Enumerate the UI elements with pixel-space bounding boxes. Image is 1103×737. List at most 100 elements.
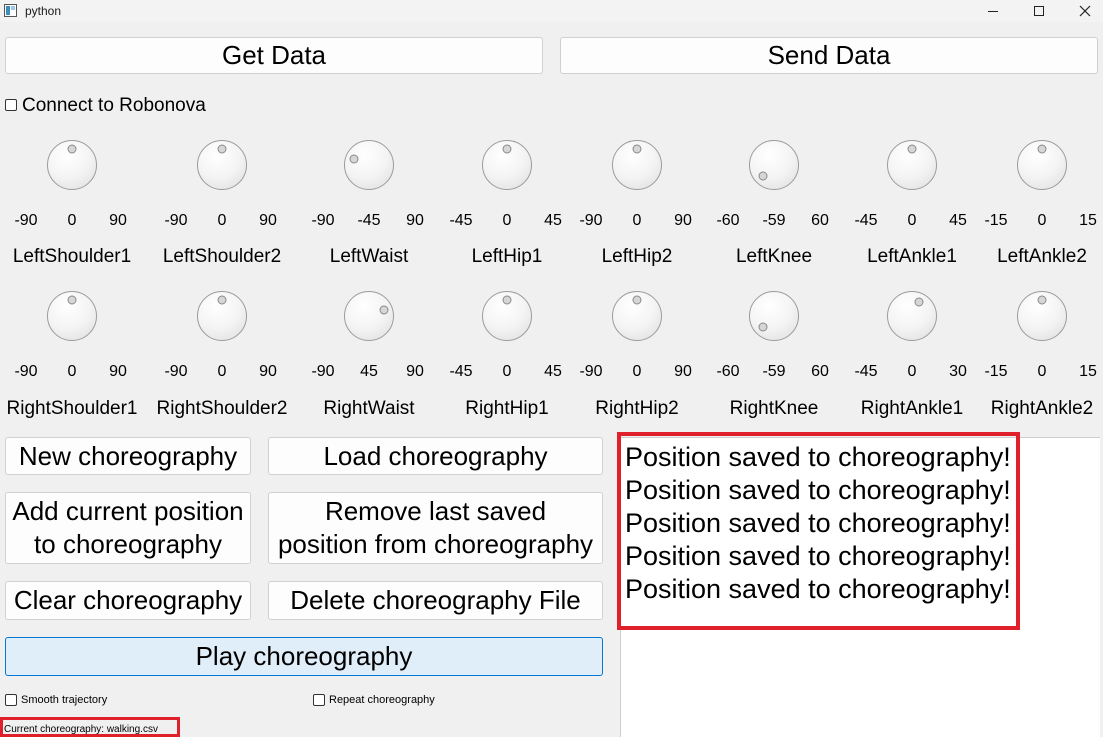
dial-knob[interactable] bbox=[758, 171, 768, 181]
dial-knob[interactable] bbox=[914, 297, 924, 307]
dial-knob[interactable] bbox=[1037, 295, 1047, 305]
dial-knob[interactable] bbox=[67, 144, 77, 154]
dial-value-label: 0 bbox=[217, 363, 227, 380]
joint-dial[interactable] bbox=[749, 291, 799, 341]
joint-dial[interactable] bbox=[1017, 291, 1067, 341]
dial-max-label: 60 bbox=[811, 212, 829, 229]
log-line: Position saved to choreography! bbox=[625, 508, 1011, 538]
current-choreography-status: Current choreography: walking.csv bbox=[4, 724, 158, 735]
dial-min-label: -90 bbox=[164, 212, 188, 229]
clear-choreography-button[interactable]: Clear choreography bbox=[5, 581, 251, 620]
dial-value-label: -59 bbox=[762, 363, 786, 380]
dial-min-label: -90 bbox=[579, 212, 603, 229]
play-choreography-button[interactable]: Play choreography bbox=[5, 637, 603, 676]
joint-name-label: LeftHip2 bbox=[601, 246, 673, 267]
dial-min-label: -15 bbox=[984, 212, 1008, 229]
dial-value-label: 0 bbox=[907, 212, 917, 229]
dial-min-label: -90 bbox=[579, 363, 603, 380]
joint-dial[interactable] bbox=[612, 291, 662, 341]
dial-knob[interactable] bbox=[502, 295, 512, 305]
joint-dial[interactable] bbox=[47, 140, 97, 190]
dial-knob[interactable] bbox=[632, 295, 642, 305]
log-line: Position saved to choreography! bbox=[625, 541, 1011, 571]
dial-knob[interactable] bbox=[67, 295, 77, 305]
dial-knob[interactable] bbox=[217, 144, 227, 154]
joint-dial[interactable] bbox=[887, 291, 937, 341]
joint-dial[interactable] bbox=[887, 140, 937, 190]
new-choreography-button[interactable]: New choreography bbox=[5, 437, 251, 475]
joint-name-label: RightShoulder2 bbox=[156, 398, 288, 419]
dial-max-label: 90 bbox=[674, 363, 692, 380]
joint-name-label: LeftAnkle2 bbox=[997, 246, 1087, 267]
close-icon bbox=[1079, 5, 1091, 17]
joint-dial[interactable] bbox=[749, 140, 799, 190]
dial-knob[interactable] bbox=[1037, 144, 1047, 154]
joint-name-label: RightHip1 bbox=[465, 398, 549, 419]
joint-dial[interactable] bbox=[344, 140, 394, 190]
joint-dial[interactable] bbox=[344, 291, 394, 341]
dial-min-label: -45 bbox=[449, 212, 473, 229]
remove-last-position-button[interactable]: Remove last saved position from choreogr… bbox=[268, 492, 603, 564]
dial-min-label: -60 bbox=[716, 363, 740, 380]
dial-min-label: -45 bbox=[854, 212, 878, 229]
dial-value-label: 0 bbox=[632, 363, 642, 380]
dial-min-label: -60 bbox=[716, 212, 740, 229]
smooth-trajectory-checkbox[interactable] bbox=[5, 694, 17, 706]
joint-name-label: RightAnkle1 bbox=[860, 398, 964, 419]
joint-dial[interactable] bbox=[197, 140, 247, 190]
joint-name-label: RightWaist bbox=[323, 398, 415, 419]
joint-name-label: RightShoulder1 bbox=[6, 398, 138, 419]
dial-value-label: 0 bbox=[907, 363, 917, 380]
dial-value-label: 45 bbox=[360, 363, 378, 380]
joint-name-label: LeftShoulder1 bbox=[12, 246, 132, 267]
dial-value-label: 0 bbox=[632, 212, 642, 229]
dial-min-label: -90 bbox=[14, 212, 38, 229]
joint-dial[interactable] bbox=[197, 291, 247, 341]
smooth-trajectory-label: Smooth trajectory bbox=[21, 694, 108, 706]
connect-checkbox[interactable] bbox=[5, 99, 17, 111]
dial-knob[interactable] bbox=[502, 144, 512, 154]
dial-value-label: 0 bbox=[217, 212, 227, 229]
dial-value-label: 0 bbox=[502, 363, 512, 380]
log-line: Position saved to choreography! bbox=[625, 475, 1011, 505]
joint-dial[interactable] bbox=[482, 140, 532, 190]
dial-max-label: 90 bbox=[674, 212, 692, 229]
maximize-button[interactable] bbox=[1016, 0, 1062, 22]
joint-name-label: RightHip2 bbox=[595, 398, 679, 419]
dial-min-label: -90 bbox=[164, 363, 188, 380]
dial-knob[interactable] bbox=[907, 144, 917, 154]
dial-knob[interactable] bbox=[217, 295, 227, 305]
dial-knob[interactable] bbox=[379, 305, 389, 315]
close-button[interactable] bbox=[1062, 0, 1103, 22]
title-bar: python bbox=[0, 0, 1103, 22]
dial-value-label: 0 bbox=[67, 363, 77, 380]
repeat-choreography-checkbox[interactable] bbox=[313, 694, 325, 706]
joint-name-label: LeftWaist bbox=[329, 246, 409, 267]
dial-min-label: -15 bbox=[984, 363, 1008, 380]
dial-max-label: 90 bbox=[259, 363, 277, 380]
window-title: python bbox=[25, 4, 62, 18]
python-app-icon bbox=[4, 4, 17, 17]
add-position-button[interactable]: Add current position to choreography bbox=[5, 492, 251, 564]
load-choreography-button[interactable]: Load choreography bbox=[268, 437, 603, 475]
delete-choreography-file-button[interactable]: Delete choreography File bbox=[268, 581, 603, 620]
joint-dial[interactable] bbox=[1017, 140, 1067, 190]
minimize-button[interactable] bbox=[970, 0, 1016, 22]
joint-dial[interactable] bbox=[482, 291, 532, 341]
joint-name-label: RightAnkle2 bbox=[990, 398, 1094, 419]
dial-knob[interactable] bbox=[758, 322, 768, 332]
connect-label: Connect to Robonova bbox=[22, 95, 206, 116]
joint-name-label: LeftShoulder2 bbox=[162, 246, 282, 267]
dial-max-label: 45 bbox=[949, 212, 967, 229]
dial-knob[interactable] bbox=[632, 144, 642, 154]
joint-name-label: LeftHip1 bbox=[471, 246, 543, 267]
dial-min-label: -45 bbox=[854, 363, 878, 380]
get-data-button[interactable]: Get Data bbox=[5, 37, 543, 74]
dial-min-label: -45 bbox=[449, 363, 473, 380]
dial-knob[interactable] bbox=[349, 154, 359, 164]
send-data-button[interactable]: Send Data bbox=[560, 37, 1098, 74]
joint-dial[interactable] bbox=[47, 291, 97, 341]
dial-min-label: -90 bbox=[311, 363, 335, 380]
joint-dial[interactable] bbox=[612, 140, 662, 190]
maximize-icon bbox=[1034, 6, 1044, 16]
